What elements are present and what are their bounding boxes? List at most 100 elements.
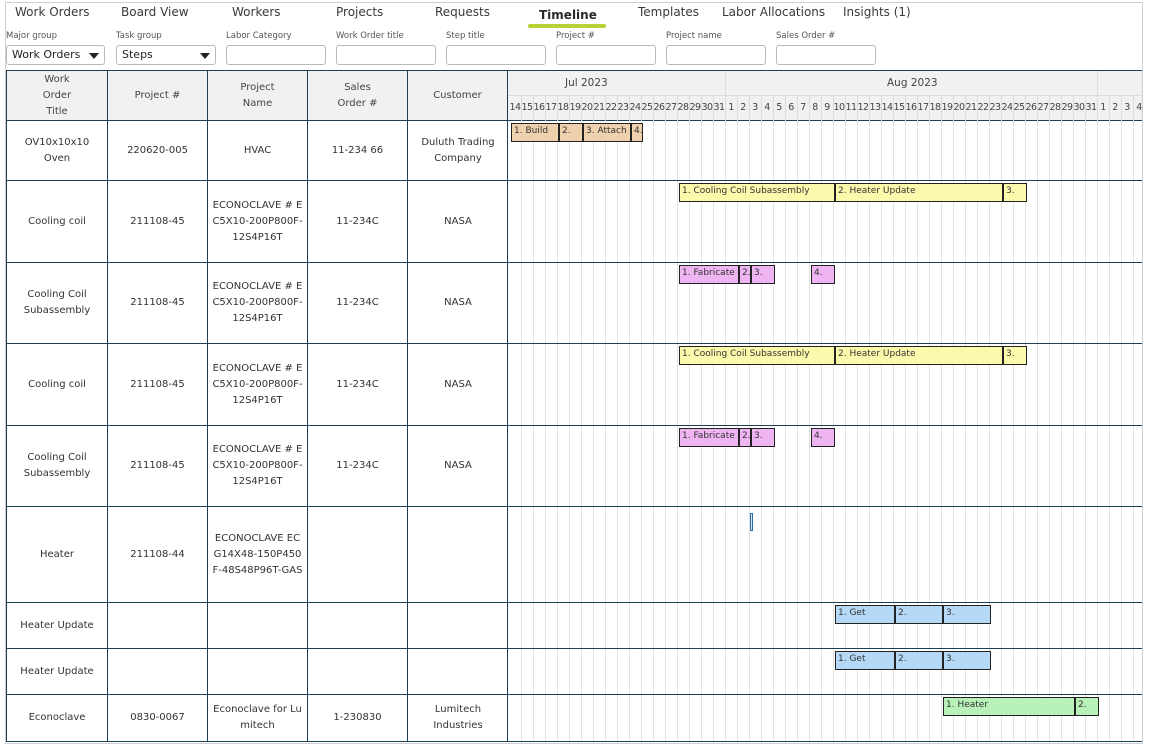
timeline-header: 14 15 16 17 18 19 20 21 22 23 24 25 26 27 28 29 30 31 1 2 3 4… [507,71,1142,121]
task-group-select[interactable]: Steps [116,45,216,65]
chevron-down-icon [200,53,210,59]
column-header-customer[interactable]: Customer [407,70,508,121]
table-row[interactable]: Heater 211108-44 ECONOCLAVE ECG14X48-150P4… [6,506,508,603]
table-cell: ECONOCLAVE ECG14X48-150P450F-48S48P96T-G… [207,506,308,603]
sales-order-input[interactable] [776,45,876,65]
table-row[interactable]: Cooling Coil Subassembly 211108-45 ECONOCL… [6,425,508,507]
work-order-title-input[interactable] [336,45,436,65]
table-cell: NASA [407,425,508,507]
task-bar[interactable]: 2. Heater Update [835,183,1003,202]
task-bar[interactable]: 2. [739,265,751,284]
task-bar[interactable]: 2. [739,428,751,447]
project-name-input[interactable] [666,45,766,65]
table-cell [407,648,508,695]
table-row[interactable]: OV10x10x10 Oven 220620-005 HVAC 11-234 66 Du… [6,120,508,181]
day-label: 8 [812,102,818,113]
tab-templates[interactable]: Templates [638,5,699,19]
task-bar[interactable]: 1. Fabricate [679,428,739,447]
cell-text: 11-234C [336,378,379,390]
tab-workers[interactable]: Workers [232,5,281,19]
task-bar[interactable]: 3. [943,605,991,624]
task-bar[interactable]: 2. [895,605,943,624]
task-bar[interactable]: 1. Get [835,605,895,624]
task-bar[interactable]: 1. Heater [943,697,1075,716]
day-label: 9 [824,102,830,113]
task-bar[interactable]: 1. Cooling Coil Subassembly [679,183,835,202]
column-header-sales-order[interactable]: Sales Order # [307,70,408,121]
task-bar[interactable]: 1. Build [511,123,559,142]
cell-text: NASA [444,297,472,308]
table-row[interactable]: Heater Update [6,602,508,649]
tab-work-orders[interactable]: Work Orders [15,5,90,19]
table-row[interactable]: Cooling Coil Subassembly 211108-45 ECONOCL… [6,262,508,344]
task-bar[interactable]: 2. [895,651,943,670]
day-label: 10 [833,102,845,113]
task-bar[interactable]: 4. [631,123,643,142]
day-label: 14 [509,102,521,113]
table-cell: Heater Update [6,648,108,695]
task-bar[interactable]: 3. [943,651,991,670]
tab-projects[interactable]: Projects [336,5,383,19]
cell-text: 220620-005 [127,144,188,156]
project-number-input[interactable] [556,45,656,65]
column-header-project-name[interactable]: Project Name [207,70,308,121]
major-group-label: Major group [6,31,57,41]
task-bar[interactable]: 4. [811,428,835,447]
task-bar[interactable]: 1. Cooling Coil Subassembly [679,346,835,365]
row-divider [507,506,1142,507]
task-marker[interactable] [750,513,753,531]
labor-category-input[interactable] [226,45,326,65]
row-divider [507,425,1142,426]
row-divider [507,602,1142,603]
day-label: 3 [1124,102,1130,113]
row-divider [507,694,1142,695]
day-label: 3 [752,102,758,113]
tab-timeline[interactable]: Timeline [539,8,597,22]
tab-board-view[interactable]: Board View [121,5,189,19]
table-row[interactable]: Econoclave 0830-0067 Econoclave for Lumite… [6,694,508,742]
header-label: Sales Order # [337,81,378,109]
tab-labor-allocations[interactable]: Labor Allocations [722,5,825,19]
table-cell: OV10x10x10 Oven [6,120,108,181]
table-row[interactable]: Cooling coil 211108-45 ECONOCLAVE # EC5X10… [6,180,508,263]
task-bar[interactable]: 2. [1075,697,1099,716]
cell-text: Heater Update [20,665,94,677]
column-header-work-order-title[interactable]: Work Order Title [6,70,108,121]
cell-text: Cooling Coil Subassembly [23,289,91,316]
task-bar[interactable]: 3. [751,428,775,447]
table-row[interactable]: Cooling coil 211108-45 ECONOCLAVE # EC5X10… [6,343,508,426]
day-label: 18 [557,102,569,113]
table-cell [407,506,508,603]
day-label: 5 [776,102,782,113]
task-bar[interactable]: 2. [559,123,583,142]
table-cell: Econoclave [6,694,108,742]
task-bar[interactable]: 2. Heater Update [835,346,1003,365]
day-label: 23 [989,102,1001,113]
task-bar[interactable]: 3. [751,265,775,284]
cell-text: Cooling coil [28,378,86,390]
tab-insights[interactable]: Insights (1) [843,5,911,19]
active-tab-indicator [528,24,606,28]
tab-requests[interactable]: Requests [435,5,490,19]
column-header-project-number[interactable]: Project # [107,70,208,121]
table-header-row: Work Order Title Project # Project Name … [6,70,508,121]
task-bar[interactable]: 1. Get [835,651,895,670]
step-title-input[interactable] [446,45,546,65]
day-label: 13 [869,102,881,113]
task-bar[interactable]: 3. [1003,183,1027,202]
table-cell: 211108-44 [107,506,208,603]
table-cell: NASA [407,343,508,426]
cell-text: NASA [444,460,472,471]
cell-text: Econoclave for Lumitech [213,704,302,731]
task-bar[interactable]: 3. [1003,346,1027,365]
table-cell: 11-234C [307,343,408,426]
cell-text: 11-234C [336,460,379,471]
table-cell: Cooling coil [6,343,108,426]
major-group-select[interactable]: Work Orders [6,45,105,65]
table-cell: ECONOCLAVE # EC5X10-200P800F-12S4P16T [207,180,308,263]
task-bar[interactable]: 3. Attach [583,123,631,142]
task-bar[interactable]: 1. Fabricate [679,265,739,284]
cell-text: 11-234C [336,297,379,308]
table-row[interactable]: Heater Update [6,648,508,695]
task-bar[interactable]: 4. [811,265,835,284]
